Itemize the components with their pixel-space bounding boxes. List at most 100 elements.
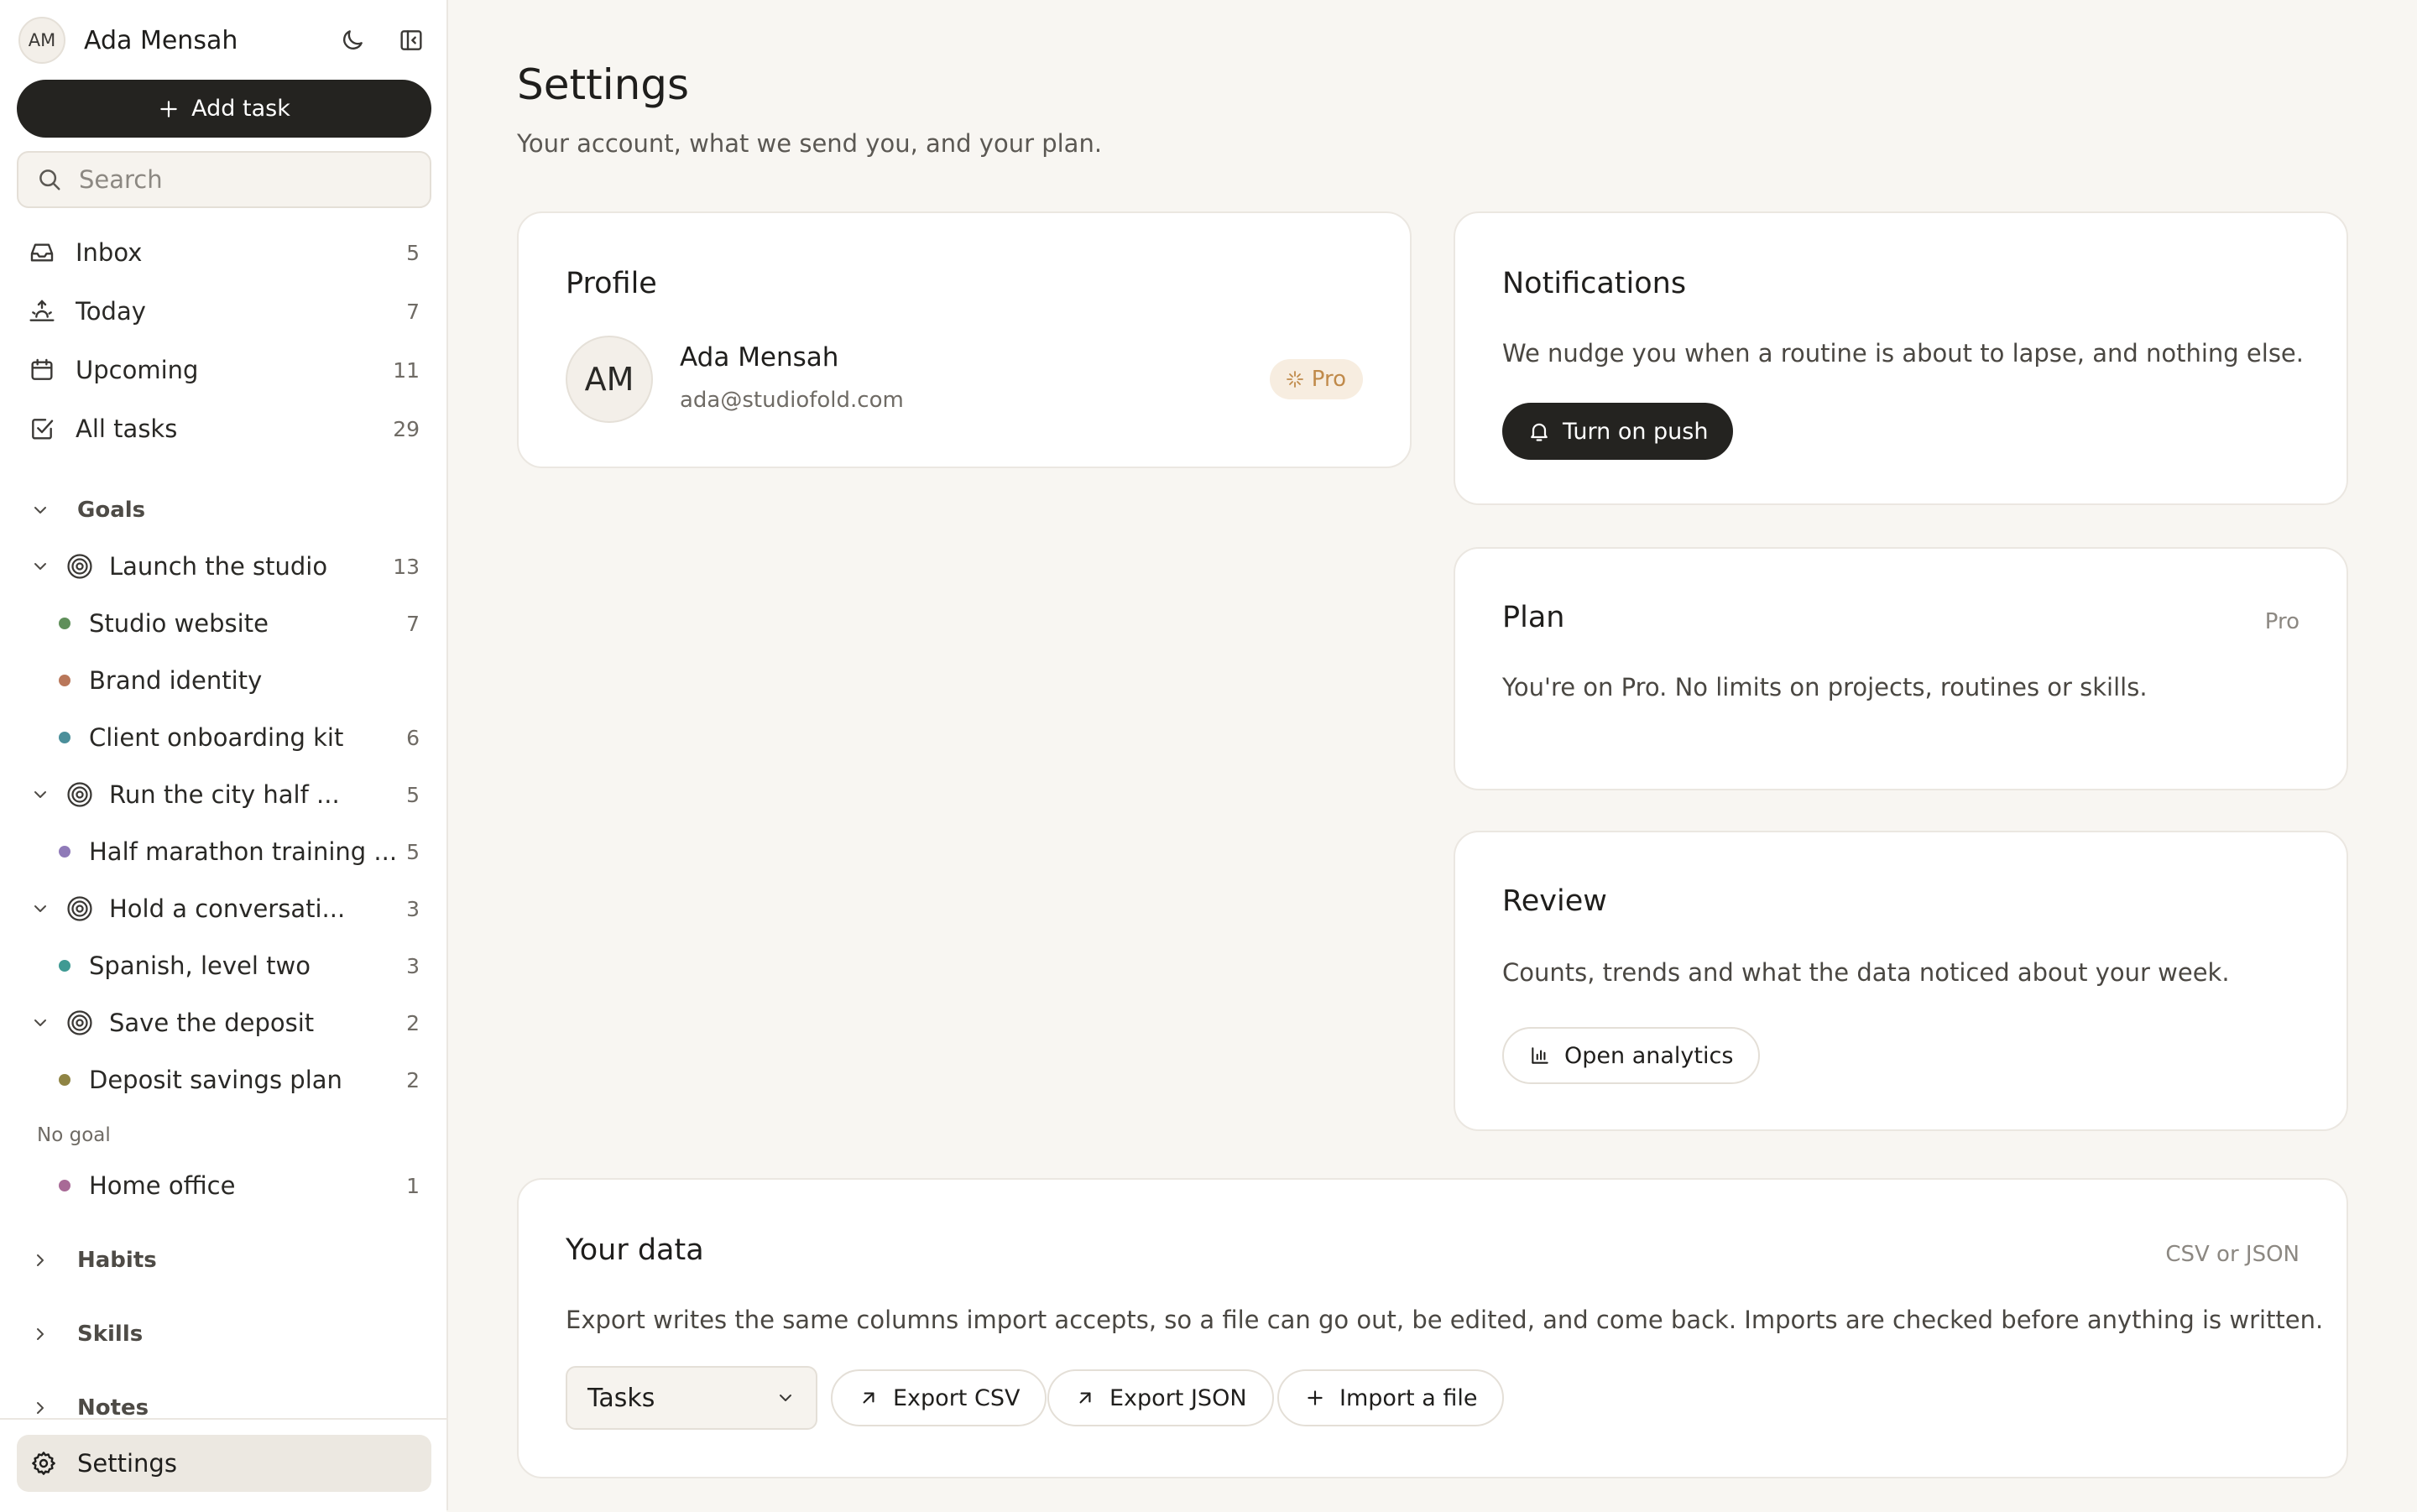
plus-icon bbox=[160, 100, 177, 117]
nav-today[interactable]: Today 7 bbox=[17, 285, 431, 337]
page-title: Settings bbox=[517, 60, 690, 109]
nav-count: 7 bbox=[406, 299, 420, 324]
project-count: 6 bbox=[406, 725, 420, 750]
notifications-card: Notifications We nudge you when a routin… bbox=[1454, 211, 2348, 505]
user-avatar[interactable]: AM bbox=[18, 17, 65, 64]
project-color-dot bbox=[59, 960, 70, 972]
chevron-right-icon bbox=[37, 1328, 44, 1340]
notifications-card-title: Notifications bbox=[1502, 267, 1687, 300]
export-json-button[interactable]: Export JSON bbox=[1047, 1369, 1274, 1426]
gear-icon bbox=[32, 1452, 55, 1475]
sidebar-footer: Settings bbox=[0, 1418, 446, 1512]
chevron-down-icon[interactable] bbox=[30, 899, 50, 919]
collapse-sidebar-button[interactable] bbox=[393, 22, 430, 59]
nav-inbox[interactable]: Inbox 5 bbox=[17, 227, 431, 279]
project-label: Client onboarding kit bbox=[89, 723, 344, 752]
data-type-select[interactable]: Tasks bbox=[566, 1366, 817, 1430]
section-label: Habits bbox=[77, 1248, 157, 1273]
no-goal-label: No goal bbox=[37, 1124, 111, 1146]
project-item-client-onboarding[interactable]: Client onboarding kit 6 bbox=[17, 712, 431, 764]
project-count: 3 bbox=[406, 953, 420, 978]
target-icon bbox=[67, 896, 92, 921]
sidebar: AM Ada Mensah Add task Inbox 5 Today bbox=[0, 0, 448, 1512]
import-file-label: Import a file bbox=[1339, 1384, 1478, 1411]
goal-count: 13 bbox=[393, 554, 420, 579]
goal-label: Hold a conversati... bbox=[109, 894, 346, 923]
search-icon bbox=[39, 169, 60, 190]
plan-description: You're on Pro. No limits on projects, ro… bbox=[1502, 673, 2148, 701]
data-type-select-value: Tasks bbox=[587, 1383, 655, 1413]
review-card-title: Review bbox=[1502, 884, 1607, 918]
goal-item-run-half[interactable]: Run the city half ... 5 bbox=[17, 769, 431, 821]
goal-label: Run the city half ... bbox=[109, 780, 340, 809]
sidebar-header: AM Ada Mensah bbox=[18, 17, 430, 64]
nav-settings[interactable]: Settings bbox=[17, 1435, 431, 1492]
open-analytics-button[interactable]: Open analytics bbox=[1502, 1027, 1761, 1084]
project-count: 5 bbox=[406, 839, 420, 864]
arrow-up-right-icon bbox=[863, 1392, 874, 1404]
section-habits-header[interactable]: Habits bbox=[17, 1239, 431, 1281]
goal-label: Save the deposit bbox=[109, 1009, 315, 1037]
project-color-dot bbox=[59, 675, 70, 686]
goal-item-launch-studio[interactable]: Launch the studio 13 bbox=[17, 540, 431, 592]
project-label: Spanish, level two bbox=[89, 952, 311, 980]
turn-on-push-label: Turn on push bbox=[1563, 418, 1709, 445]
goal-count: 2 bbox=[406, 1010, 420, 1035]
checkbox-icon bbox=[32, 419, 54, 440]
your-data-meta: CSV or JSON bbox=[2165, 1242, 2300, 1267]
sparkle-icon bbox=[1286, 371, 1303, 388]
export-csv-button[interactable]: Export CSV bbox=[831, 1369, 1047, 1426]
project-item-studio-website[interactable]: Studio website 7 bbox=[17, 597, 431, 649]
project-item-spanish[interactable]: Spanish, level two 3 bbox=[17, 940, 431, 992]
plan-card-title: Plan bbox=[1502, 601, 1565, 634]
dark-mode-toggle[interactable] bbox=[334, 22, 371, 59]
chevron-right-icon bbox=[37, 1402, 44, 1414]
chevron-down-icon[interactable] bbox=[30, 556, 50, 576]
plan-meta: Pro bbox=[2264, 609, 2300, 634]
section-skills-header[interactable]: Skills bbox=[17, 1313, 431, 1355]
nav-count: 5 bbox=[406, 240, 420, 265]
search-input[interactable] bbox=[77, 164, 399, 195]
project-item-home-office[interactable]: Home office 1 bbox=[17, 1160, 431, 1212]
arrow-up-right-icon bbox=[1079, 1392, 1091, 1404]
nav-label: All tasks bbox=[76, 414, 178, 443]
pro-badge-label: Pro bbox=[1311, 367, 1346, 392]
import-file-button[interactable]: Import a file bbox=[1277, 1369, 1505, 1426]
nav-all-tasks[interactable]: All tasks 29 bbox=[17, 403, 431, 455]
calendar-icon bbox=[31, 358, 53, 380]
target-icon bbox=[67, 554, 92, 579]
section-label: Goals bbox=[77, 498, 146, 523]
chevron-down-icon[interactable] bbox=[30, 785, 50, 805]
project-item-deposit-plan[interactable]: Deposit savings plan 2 bbox=[17, 1054, 431, 1106]
project-color-dot bbox=[59, 1180, 70, 1191]
project-label: Studio website bbox=[89, 609, 269, 638]
chevron-down-icon bbox=[34, 507, 46, 514]
sidebar-collapse-icon bbox=[400, 30, 422, 50]
plus-icon bbox=[1308, 1390, 1323, 1405]
goal-item-conversation[interactable]: Hold a conversati... 3 bbox=[17, 883, 431, 935]
user-name[interactable]: Ada Mensah bbox=[84, 26, 312, 55]
project-item-brand-identity[interactable]: Brand identity bbox=[17, 654, 431, 706]
open-analytics-label: Open analytics bbox=[1564, 1042, 1734, 1069]
review-description: Counts, trends and what the data noticed… bbox=[1502, 958, 2230, 987]
your-data-description: Export writes the same columns import ac… bbox=[566, 1306, 2324, 1334]
export-csv-label: Export CSV bbox=[893, 1384, 1021, 1411]
chevron-right-icon bbox=[37, 1254, 44, 1266]
profile-avatar[interactable]: AM bbox=[566, 336, 653, 423]
section-goals-header[interactable]: Goals bbox=[17, 489, 431, 531]
page-subtitle: Your account, what we send you, and your… bbox=[517, 129, 1103, 158]
search-box[interactable] bbox=[17, 151, 431, 208]
turn-on-push-button[interactable]: Turn on push bbox=[1502, 403, 1734, 460]
profile-name: Ada Mensah bbox=[680, 342, 839, 373]
section-label: Notes bbox=[77, 1395, 149, 1421]
target-icon bbox=[67, 782, 92, 807]
project-item-half-marathon[interactable]: Half marathon training ... 5 bbox=[17, 826, 431, 878]
project-label: Deposit savings plan bbox=[89, 1066, 342, 1094]
plan-card: Plan Pro You're on Pro. No limits on pro… bbox=[1454, 547, 2348, 790]
chevron-down-icon[interactable] bbox=[30, 1013, 50, 1033]
goal-item-save-deposit[interactable]: Save the deposit 2 bbox=[17, 997, 431, 1049]
settings-label: Settings bbox=[77, 1449, 177, 1478]
add-task-button[interactable]: Add task bbox=[17, 80, 431, 138]
nav-upcoming[interactable]: Upcoming 11 bbox=[17, 344, 431, 396]
project-color-dot bbox=[59, 732, 70, 743]
